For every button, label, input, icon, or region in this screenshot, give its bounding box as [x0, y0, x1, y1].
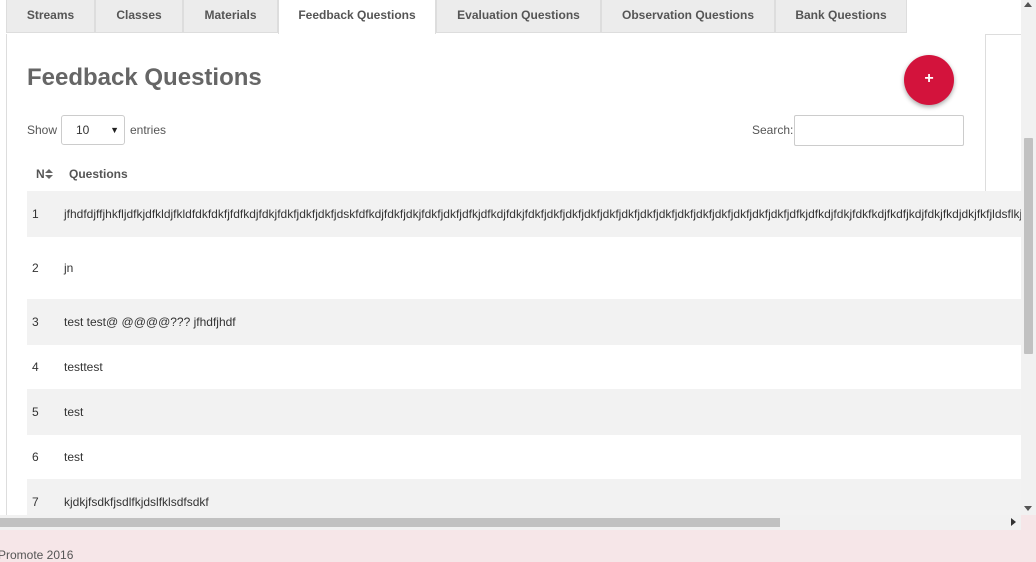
row-number: 3: [32, 315, 39, 329]
tab-materials[interactable]: Materials: [183, 0, 278, 33]
tab-streams[interactable]: Streams: [6, 0, 95, 33]
scroll-right-icon[interactable]: [1011, 518, 1016, 526]
sort-icon[interactable]: [45, 169, 53, 179]
table-row[interactable]: 6 test: [27, 435, 1021, 479]
search-label: Search:: [752, 123, 794, 137]
add-question-button[interactable]: +: [904, 55, 954, 105]
vertical-scroll-thumb[interactable]: [1024, 138, 1033, 354]
row-number: 5: [32, 405, 39, 419]
row-question: jfhdfdjffjhkfljdfkjdfkldjfkldfdkfdkfjfdf…: [64, 207, 1021, 221]
tab-classes[interactable]: Classes: [95, 0, 183, 33]
entries-select[interactable]: 10 ▼: [61, 115, 125, 145]
horizontal-scrollbar[interactable]: [0, 515, 1021, 530]
table-row[interactable]: 5 test: [27, 389, 1021, 435]
column-header-n[interactable]: N: [36, 167, 45, 181]
caret-down-icon: ▼: [110, 125, 119, 135]
footer-text: Promote 2016: [0, 548, 74, 562]
row-number: 1: [32, 207, 39, 221]
row-question: test: [64, 450, 84, 464]
table-row[interactable]: 3 test test@ @@@@??? jfhdfjhdf: [27, 299, 1021, 345]
row-number: 2: [32, 261, 39, 275]
column-header-questions[interactable]: Questions: [69, 167, 128, 181]
tab-feedback-questions[interactable]: Feedback Questions: [278, 0, 436, 35]
row-number: 6: [32, 450, 39, 464]
row-question: test test@ @@@@??? jfhdfjhdf: [64, 315, 236, 329]
row-question: testtest: [64, 360, 103, 374]
search-input[interactable]: [794, 115, 964, 146]
row-number: 4: [32, 360, 39, 374]
row-question: kjdkjfsdkfjsdlfkjdslfklsdfsdkf: [64, 495, 209, 509]
entries-label: entries: [130, 123, 167, 137]
row-question: test: [64, 405, 84, 419]
content-viewport: Streams Classes Materials Feedback Quest…: [0, 0, 1021, 515]
table-row[interactable]: 2 jn: [27, 237, 1021, 299]
table-row[interactable]: 7 kjdkjfsdkfjsdlfkjdslfklsdfsdkf: [27, 479, 1021, 515]
show-label: Show: [27, 123, 58, 137]
tab-bank-questions[interactable]: Bank Questions: [775, 0, 907, 33]
entries-value: 10: [76, 123, 90, 137]
tab-observation-questions[interactable]: Observation Questions: [601, 0, 775, 33]
scroll-up-icon[interactable]: [1024, 2, 1032, 7]
horizontal-scroll-thumb[interactable]: [0, 518, 780, 527]
tab-bar: Streams Classes Materials Feedback Quest…: [6, 0, 1021, 35]
scroll-down-icon[interactable]: [1024, 506, 1032, 511]
page-title: Feedback Questions: [27, 64, 262, 91]
row-question: jn: [64, 261, 74, 275]
tab-evaluation-questions[interactable]: Evaluation Questions: [436, 0, 601, 33]
row-number: 7: [32, 495, 39, 509]
table-row[interactable]: 1 jfhdfdjffjhkfljdfkjdfkldjfkldfdkfdkfjf…: [27, 191, 1021, 237]
table-row[interactable]: 4 testtest: [27, 345, 1021, 389]
vertical-scrollbar[interactable]: [1021, 0, 1036, 515]
